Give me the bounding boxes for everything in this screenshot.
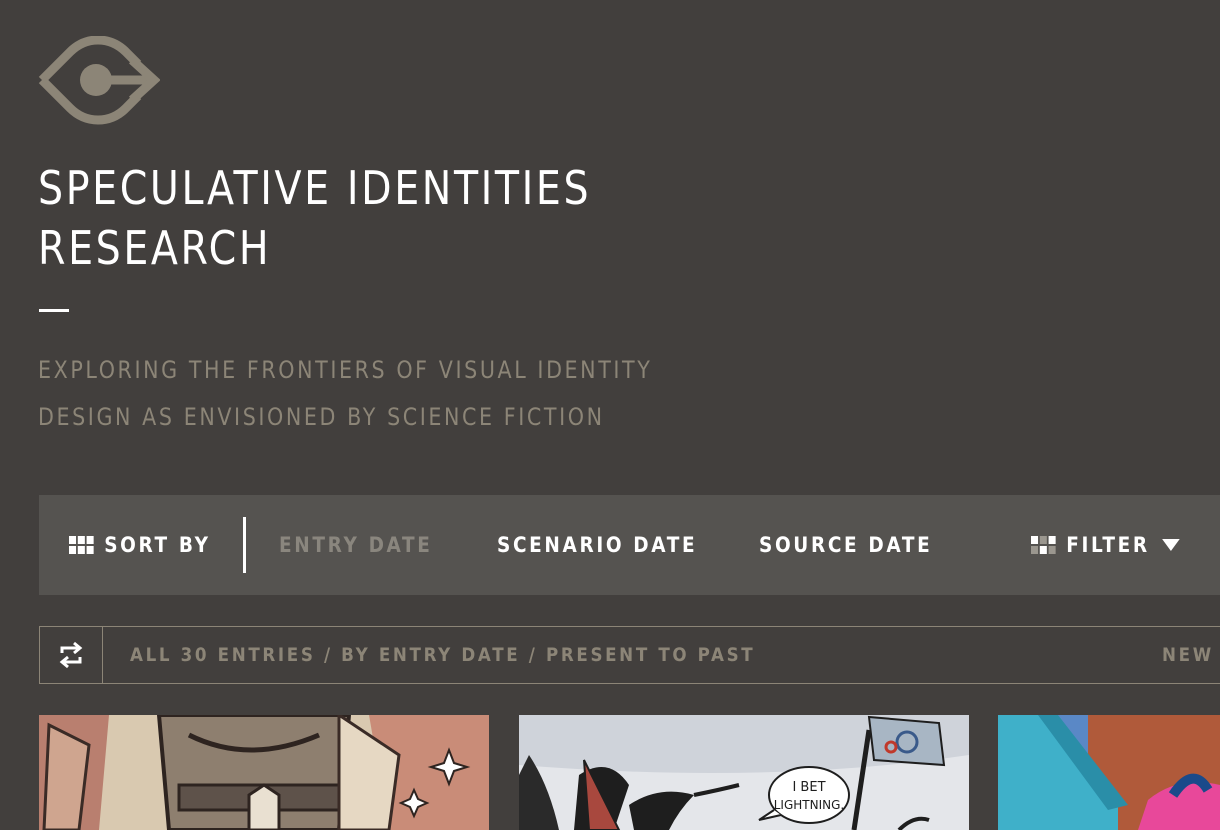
title-divider (39, 309, 69, 312)
sort-option-source-date[interactable]: SOURCE DATE (759, 495, 932, 595)
page-title: SPECULATIVE IDENTITIES RESEARCH (38, 158, 657, 278)
card-image-comic-stars (39, 715, 489, 830)
refresh-arrows-icon (59, 641, 83, 669)
sort-by-label: SORT BY (69, 495, 211, 595)
card-image-colorful-building (998, 715, 1220, 830)
reverse-order-button[interactable] (40, 627, 103, 683)
entry-card-2[interactable]: I BET LIGHTNING. (519, 715, 969, 830)
card-image-comic-birds: I BET LIGHTNING. (519, 715, 969, 830)
grid-icon (69, 536, 94, 554)
entry-card-1[interactable] (39, 715, 489, 830)
eye-arrow-logo-icon[interactable] (38, 36, 160, 126)
sort-bar: SORT BY ENTRY DATE SCENARIO DATE SOURCE … (39, 495, 1220, 595)
status-right-text[interactable]: NEW (1162, 627, 1214, 683)
caret-down-icon (1162, 539, 1180, 551)
tagline: EXPLORING THE FRONTIERS OF VISUAL IDENTI… (38, 347, 726, 441)
results-summary: ALL 30 ENTRIES / BY ENTRY DATE / PRESENT… (130, 644, 756, 666)
status-bar: ALL 30 ENTRIES / BY ENTRY DATE / PRESENT… (39, 626, 1220, 684)
svg-text:LIGHTNING.: LIGHTNING. (774, 798, 844, 812)
sort-divider (243, 517, 246, 573)
tagline-line-1: EXPLORING THE FRONTIERS OF VISUAL IDENTI… (38, 356, 653, 384)
title-line-1: SPECULATIVE IDENTITIES (38, 161, 592, 215)
entry-card-3[interactable] (998, 715, 1220, 830)
tagline-line-2: DESIGN AS ENVISIONED BY SCIENCE FICTION (38, 403, 605, 431)
filter-grid-icon (1031, 536, 1056, 554)
speech-bubble-text: I BET (792, 780, 825, 795)
filter-button[interactable]: FILTER (1031, 495, 1180, 595)
sort-option-entry-date[interactable]: ENTRY DATE (279, 495, 433, 595)
sort-option-scenario-date[interactable]: SCENARIO DATE (497, 495, 697, 595)
title-line-2: RESEARCH (38, 221, 272, 275)
